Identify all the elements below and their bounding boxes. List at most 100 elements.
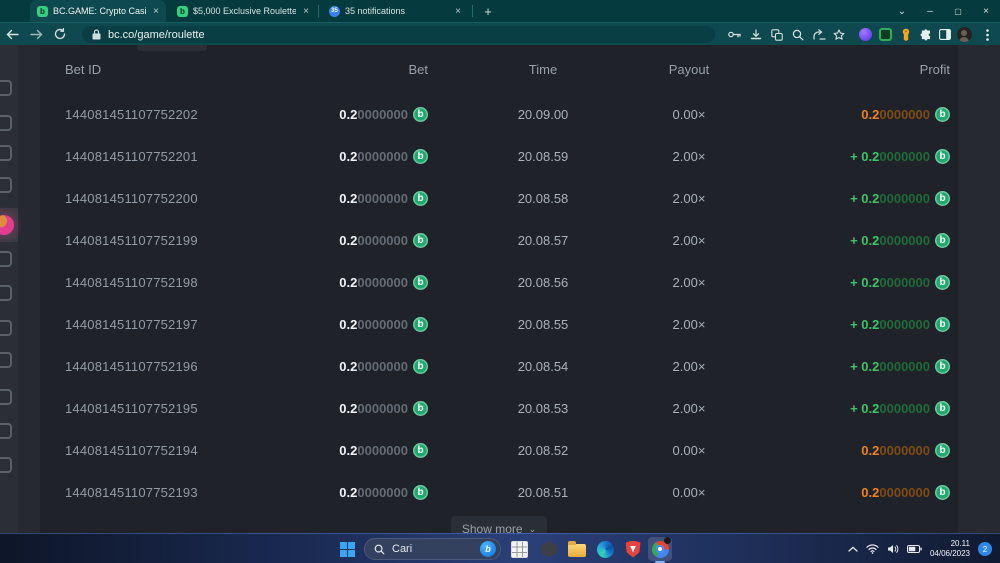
table-row[interactable]: 144081451107752197 0.20000000 b 20.08.55… — [40, 303, 958, 345]
sidebar-menu-icon[interactable] — [0, 389, 12, 405]
payout-cell: 2.00× — [658, 191, 720, 206]
sidebar-menu-icon[interactable] — [0, 285, 12, 301]
key-icon[interactable] — [724, 23, 744, 46]
bing-icon: b — [480, 541, 496, 557]
wifi-icon[interactable] — [866, 544, 879, 554]
payout-cell: 0.00× — [658, 485, 720, 500]
purple-extension-icon[interactable] — [855, 23, 875, 46]
table-row[interactable]: 144081451107752201 0.20000000 b 20.08.59… — [40, 135, 958, 177]
tab-close-icon[interactable]: × — [153, 6, 159, 17]
time-cell: 20.09.00 — [428, 107, 658, 122]
bet-amount-cell: 0.20000000 b — [348, 275, 428, 290]
sidebar-menu-icon[interactable] — [0, 177, 12, 193]
bcd-coin-icon: b — [413, 107, 428, 122]
menu-dots-icon[interactable] — [977, 23, 997, 46]
taskbar-chrome[interactable] — [648, 537, 672, 561]
taskbar-app-grid[interactable] — [507, 537, 531, 561]
start-button[interactable] — [335, 537, 359, 561]
notification-count-badge[interactable]: 2 — [978, 542, 992, 556]
notifications-favicon-icon: 35 — [329, 6, 340, 17]
bcd-coin-icon: b — [413, 275, 428, 290]
green-extension-icon[interactable] — [875, 23, 895, 46]
scrolled-tab-remnant — [137, 45, 207, 51]
bcd-coin-icon: b — [413, 485, 428, 500]
profit-cell: 0.20000000 b — [720, 107, 950, 122]
bookmark-star-icon[interactable] — [829, 23, 849, 46]
taskbar-file-explorer[interactable] — [565, 537, 589, 561]
zoom-search-icon[interactable] — [788, 23, 808, 46]
puzzle-extensions-icon[interactable] — [916, 23, 936, 46]
tab-close-icon[interactable]: × — [303, 6, 309, 17]
taskbar-brave[interactable] — [621, 537, 645, 561]
tray-chevron-up-icon[interactable] — [848, 546, 858, 552]
time-cell: 20.08.55 — [428, 317, 658, 332]
bcd-coin-icon: b — [935, 443, 950, 458]
reload-icon[interactable] — [48, 23, 72, 46]
table-row[interactable]: 144081451107752202 0.20000000 b 20.09.00… — [40, 93, 958, 135]
table-row[interactable]: 144081451107752195 0.20000000 b 20.08.53… — [40, 387, 958, 429]
sidebar-menu-icon[interactable] — [0, 145, 12, 161]
payout-cell: 0.00× — [658, 107, 720, 122]
brave-icon — [626, 541, 641, 558]
tab-notifications[interactable]: 35 35 notifications × — [322, 0, 468, 22]
window-close-button[interactable]: × — [972, 0, 1000, 22]
tab-roulette-promo[interactable]: b $5,000 Exclusive Roulette Prestig × — [170, 0, 316, 22]
payout-cell: 2.00× — [658, 359, 720, 374]
bcd-coin-icon: b — [935, 233, 950, 248]
folder-icon — [568, 544, 586, 557]
sidebar-menu-icon[interactable] — [0, 423, 12, 439]
table-row[interactable]: 144081451107752194 0.20000000 b 20.08.52… — [40, 429, 958, 471]
bcd-coin-icon: b — [413, 191, 428, 206]
table-row[interactable]: 144081451107752200 0.20000000 b 20.08.58… — [40, 177, 958, 219]
back-icon[interactable] — [0, 23, 24, 46]
sidebar-menu-icon[interactable] — [0, 352, 12, 368]
tab-title: $5,000 Exclusive Roulette Prestig — [193, 6, 296, 16]
install-download-icon[interactable] — [746, 23, 766, 46]
table-row[interactable]: 144081451107752196 0.20000000 b 20.08.54… — [40, 345, 958, 387]
speaker-icon[interactable] — [887, 544, 899, 554]
sidebar-menu-icon[interactable] — [0, 320, 12, 336]
bcd-coin-icon: b — [935, 191, 950, 206]
bet-id-cell: 144081451107752202 — [65, 107, 348, 122]
edge-icon — [597, 541, 614, 558]
sidebar-menu-icon[interactable] — [0, 457, 12, 473]
col-header-bet: Bet — [348, 62, 428, 77]
show-more-button[interactable]: Show more ⌄ — [451, 516, 547, 533]
profit-cell: + 0.20000000 b — [720, 149, 950, 164]
system-tray: 20.11 04/06/2023 2 — [848, 534, 1000, 563]
side-panel-icon[interactable] — [935, 23, 955, 46]
col-header-bet-id: Bet ID — [65, 62, 348, 77]
table-row[interactable]: 144081451107752199 0.20000000 b 20.08.57… — [40, 219, 958, 261]
bet-id-cell: 144081451107752194 — [65, 443, 348, 458]
table-row[interactable]: 144081451107752198 0.20000000 b 20.08.56… — [40, 261, 958, 303]
window-maximize-button[interactable]: ▢ — [944, 0, 972, 22]
bet-id-cell: 144081451107752197 — [65, 317, 348, 332]
bets-table-card: Bet ID Bet Time Payout Profit 1440814511… — [40, 45, 958, 533]
window-menu-chevron-icon[interactable]: ⌄ — [888, 0, 916, 22]
translate-icon[interactable] — [767, 23, 787, 46]
sidebar-menu-icon[interactable] — [0, 115, 12, 131]
table-row[interactable]: 144081451107752193 0.20000000 b 20.08.51… — [40, 471, 958, 513]
bet-id-cell: 144081451107752198 — [65, 275, 348, 290]
window-minimize-button[interactable]: – — [916, 0, 944, 22]
lock-icon — [92, 29, 101, 40]
taskbar-clock[interactable]: 20.11 04/06/2023 — [930, 539, 970, 559]
profile-avatar[interactable] — [954, 23, 974, 46]
battery-icon[interactable] — [907, 545, 922, 553]
search-icon — [374, 544, 385, 555]
address-bar[interactable]: bc.co/game/roulette — [82, 26, 715, 43]
taskbar-search-box[interactable]: Cari b — [364, 538, 501, 560]
taskbar-app-unity[interactable] — [537, 537, 561, 561]
tab-close-icon[interactable]: × — [455, 6, 461, 17]
taskbar-edge[interactable] — [593, 537, 617, 561]
share-icon[interactable] — [809, 23, 829, 46]
tab-bcgame[interactable]: b BC.GAME: Crypto Casino Games × — [30, 0, 166, 22]
forward-icon[interactable] — [24, 23, 48, 46]
payout-cell: 2.00× — [658, 149, 720, 164]
orange-extension-icon[interactable] — [896, 23, 916, 46]
bet-amount-cell: 0.20000000 b — [348, 107, 428, 122]
show-more-label: Show more — [462, 522, 523, 533]
sidebar-menu-icon[interactable] — [0, 251, 12, 267]
sidebar-menu-icon[interactable] — [0, 80, 12, 96]
new-tab-button[interactable]: + — [480, 3, 496, 19]
